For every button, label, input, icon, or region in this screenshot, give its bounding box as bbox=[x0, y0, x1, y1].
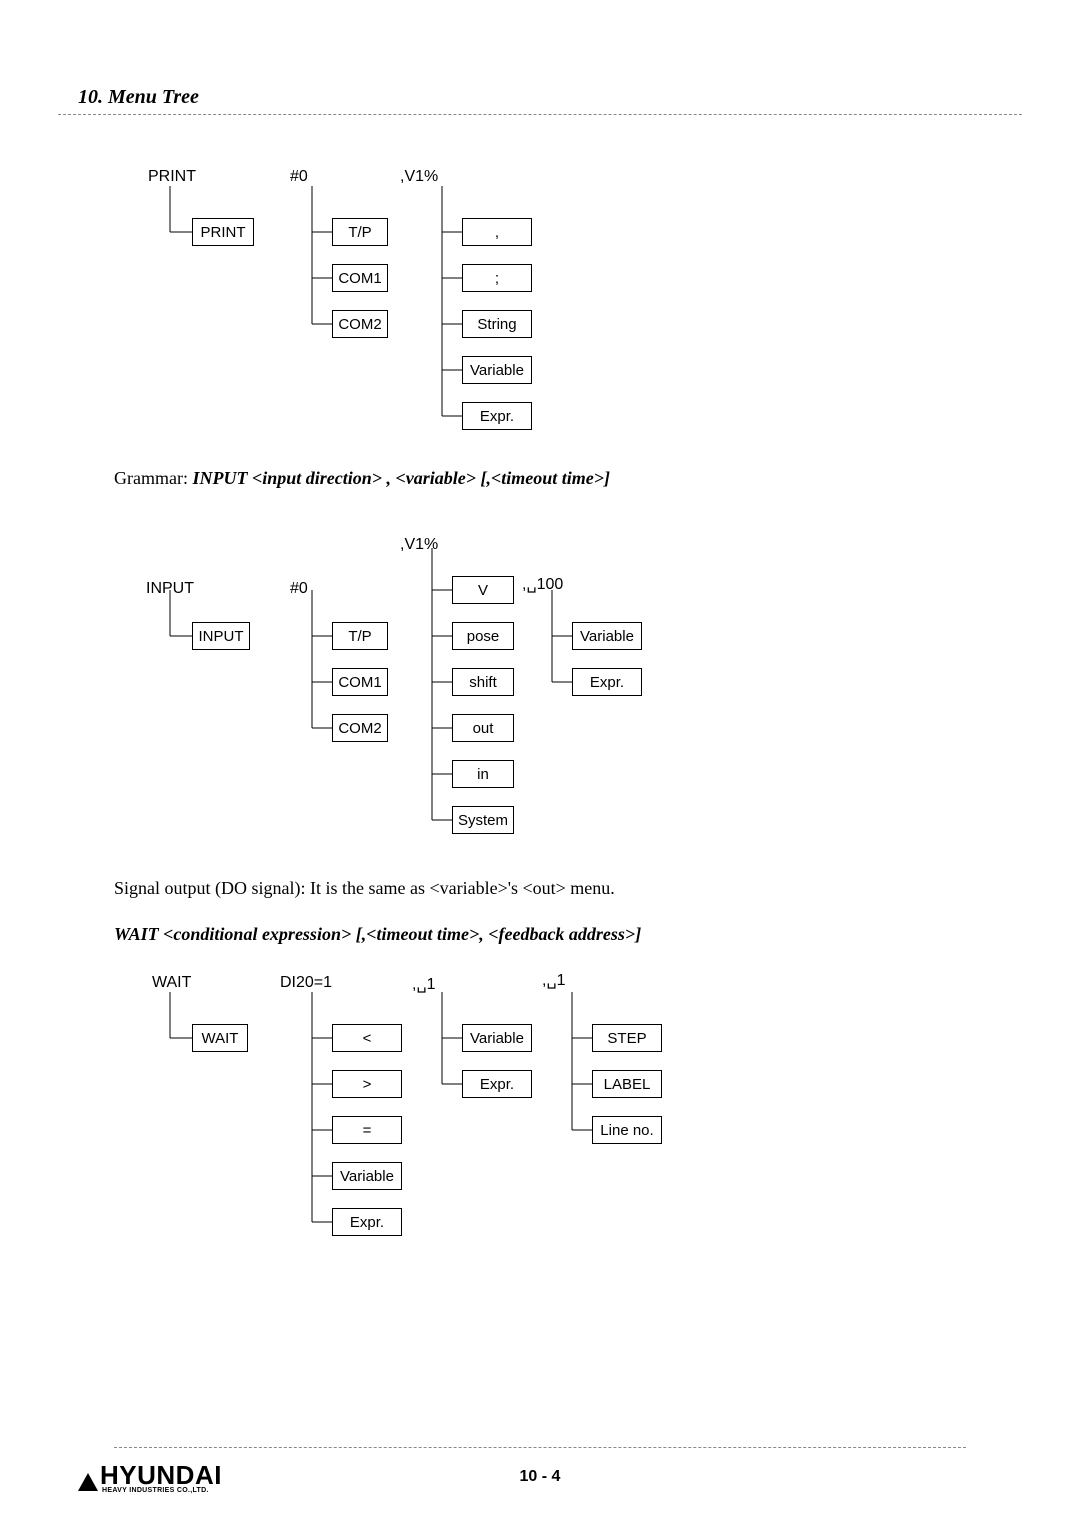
wait-root-label: WAIT bbox=[152, 974, 191, 992]
input-variable: Variable bbox=[572, 622, 642, 650]
print-col2-header: #0 bbox=[290, 168, 308, 186]
input-tree-lines bbox=[140, 534, 700, 864]
wait-timeout-variable: Variable bbox=[462, 1024, 532, 1052]
wait-lt: < bbox=[332, 1024, 402, 1052]
wait-label: LABEL bbox=[592, 1070, 662, 1098]
input-col4-header: ,␣100 bbox=[522, 574, 563, 594]
print-com2: COM2 bbox=[332, 310, 388, 338]
input-system: System bbox=[452, 806, 514, 834]
print-com1: COM1 bbox=[332, 264, 388, 292]
input-in: in bbox=[452, 760, 514, 788]
print-root-label: PRINT bbox=[148, 168, 196, 186]
page-number: 10 - 4 bbox=[0, 1468, 1080, 1486]
input-v: V bbox=[452, 576, 514, 604]
wait-gt: > bbox=[332, 1070, 402, 1098]
footer-rule bbox=[114, 1447, 966, 1448]
input-pose: pose bbox=[452, 622, 514, 650]
logo-subtext: HEAVY INDUSTRIES CO.,LTD. bbox=[102, 1487, 222, 1494]
input-root-box: INPUT bbox=[192, 622, 250, 650]
print-semicolon: ; bbox=[462, 264, 532, 292]
input-com2: COM2 bbox=[332, 714, 388, 742]
wait-lineno: Line no. bbox=[592, 1116, 662, 1144]
input-col3-header: ,V1% bbox=[400, 536, 438, 554]
wait-col2-header: DI20=1 bbox=[280, 974, 332, 992]
grammar-wait-body: WAIT <conditional expression> [,<timeout… bbox=[114, 924, 641, 944]
wait-root-box: WAIT bbox=[192, 1024, 248, 1052]
print-col3-header: ,V1% bbox=[400, 168, 438, 186]
wait-expr: Expr. bbox=[332, 1208, 402, 1236]
grammar-input: Grammar: INPUT <input direction> , <vari… bbox=[114, 468, 610, 489]
wait-step: STEP bbox=[592, 1024, 662, 1052]
grammar-prefix: Grammar: bbox=[114, 468, 192, 488]
header-rule bbox=[58, 114, 1022, 115]
grammar-input-body: INPUT <input direction> , <variable> [,<… bbox=[192, 468, 610, 488]
print-comma: , bbox=[462, 218, 532, 246]
input-root-label: INPUT bbox=[146, 580, 194, 598]
signal-output-text: Signal output (DO signal): It is the sam… bbox=[114, 878, 615, 899]
input-shift: shift bbox=[452, 668, 514, 696]
wait-timeout-expr: Expr. bbox=[462, 1070, 532, 1098]
wait-eq: = bbox=[332, 1116, 402, 1144]
grammar-wait: WAIT <conditional expression> [,<timeout… bbox=[114, 924, 641, 945]
print-root-box: PRINT bbox=[192, 218, 254, 246]
input-com1: COM1 bbox=[332, 668, 388, 696]
print-expr: Expr. bbox=[462, 402, 532, 430]
wait-variable: Variable bbox=[332, 1162, 402, 1190]
input-expr: Expr. bbox=[572, 668, 642, 696]
page-header: 10. Menu Tree bbox=[78, 86, 199, 109]
input-out: out bbox=[452, 714, 514, 742]
wait-col4-header: ,␣1 bbox=[542, 970, 566, 990]
input-col2-header: #0 bbox=[290, 580, 308, 598]
print-variable: Variable bbox=[462, 356, 532, 384]
input-tp: T/P bbox=[332, 622, 388, 650]
print-tp: T/P bbox=[332, 218, 388, 246]
print-string: String bbox=[462, 310, 532, 338]
wait-col3-header: ,␣1 bbox=[412, 974, 436, 994]
wait-tree-lines bbox=[140, 966, 700, 1256]
